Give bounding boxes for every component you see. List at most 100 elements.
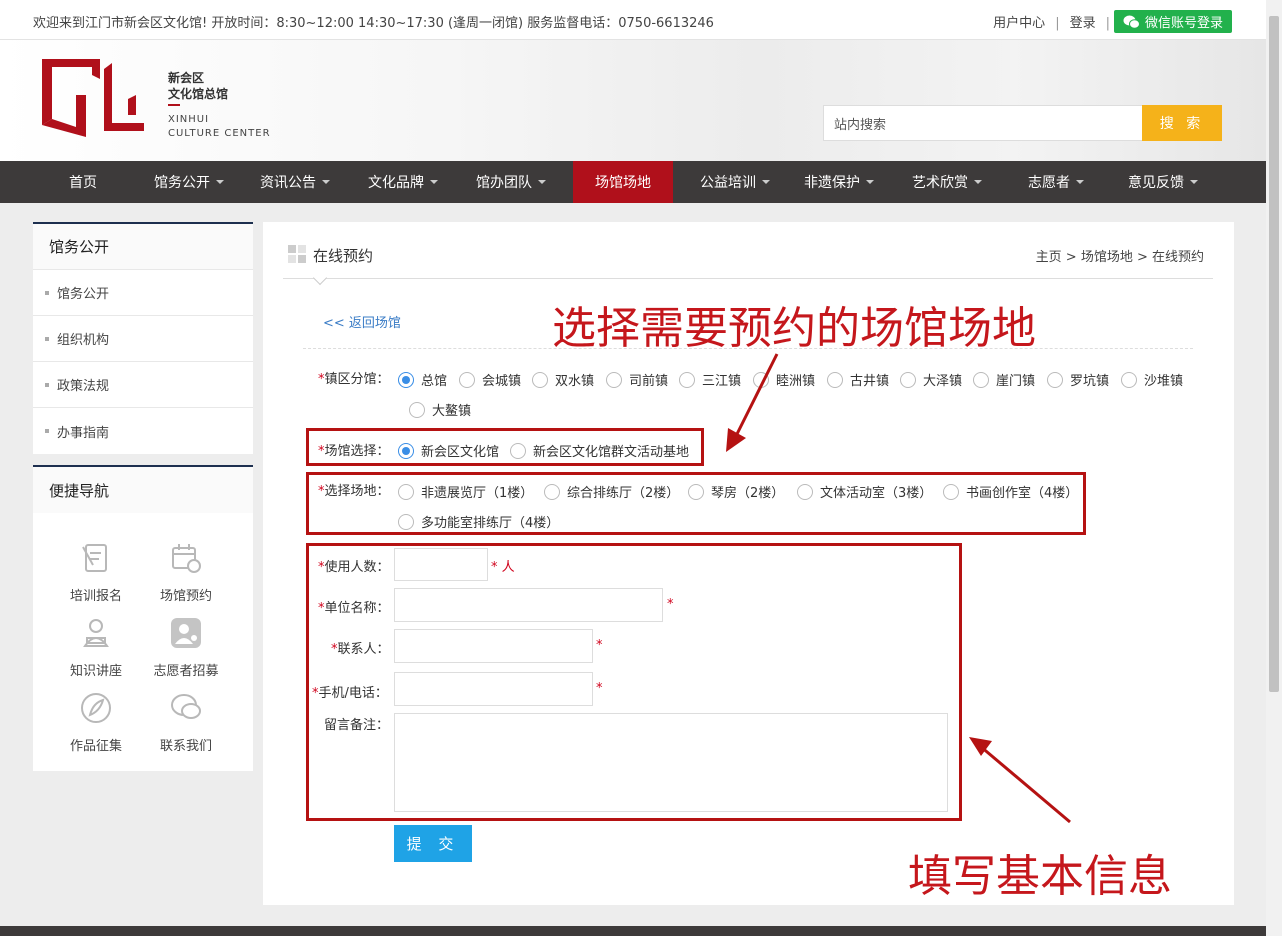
- radio-icon: [973, 371, 989, 388]
- nav-venues[interactable]: 场馆场地: [573, 161, 673, 203]
- caret-down-icon: [322, 180, 330, 184]
- bullet-icon: [45, 336, 49, 341]
- district-radio-10[interactable]: 沙堆镇: [1121, 370, 1183, 389]
- quick-contact-us[interactable]: 联系我们: [141, 691, 231, 754]
- radio-icon: [1121, 371, 1137, 388]
- caret-down-icon: [974, 180, 982, 184]
- nav-public-affairs[interactable]: 馆务公开: [136, 161, 242, 203]
- district-radio-9[interactable]: 罗坑镇: [1047, 370, 1109, 389]
- nav-heritage[interactable]: 非遗保护: [786, 161, 892, 203]
- quick-label: 联系我们: [159, 739, 212, 754]
- sidebar-item-label: 政策法规: [57, 379, 110, 394]
- sidebar-item-policy[interactable]: 政策法规: [33, 362, 253, 408]
- wechat-icon: [1123, 15, 1140, 29]
- radio-icon: [1047, 371, 1063, 388]
- nav-label: 非遗保护: [804, 175, 860, 191]
- district-radio-0[interactable]: 总馆: [398, 370, 447, 389]
- sidebar-item-guide[interactable]: 办事指南: [33, 408, 253, 454]
- search-button[interactable]: 搜 索: [1142, 105, 1222, 141]
- bullet-icon: [45, 429, 49, 433]
- nav-label: 文化品牌: [368, 175, 424, 191]
- radio-icon: [409, 401, 425, 418]
- lecturer-icon: [83, 619, 109, 647]
- radio-icon: [753, 371, 769, 388]
- radio-icon: [679, 371, 695, 388]
- quick-nav-grid: 培训报名 场馆预约 知识讲座 志愿者招募 作品征集 联系我们: [33, 513, 253, 771]
- sidebar-item-public-affairs[interactable]: 馆务公开: [33, 270, 253, 316]
- district-radio-11[interactable]: 大鳌镇: [409, 400, 471, 419]
- caret-down-icon: [430, 180, 438, 184]
- nav-label: 资讯公告: [260, 175, 316, 191]
- caret-down-icon: [1190, 180, 1198, 184]
- document-pen-icon: [82, 544, 107, 572]
- wechat-login-label: 微信账号登录: [1144, 16, 1223, 31]
- logo-en-line2: CULTURE CENTER: [168, 128, 271, 139]
- grid-icon: [288, 245, 306, 263]
- district-radio-6[interactable]: 古井镇: [827, 370, 889, 389]
- nav-art[interactable]: 艺术欣赏: [894, 161, 1000, 203]
- district-radio-8[interactable]: 崖门镇: [973, 370, 1035, 389]
- caret-down-icon: [216, 180, 224, 184]
- district-radio-5[interactable]: 睦洲镇: [753, 370, 815, 389]
- quick-works-collection[interactable]: 作品征集: [51, 691, 141, 754]
- breadcrumb[interactable]: 主页 > 场馆场地 > 在线预约: [1036, 246, 1204, 265]
- logo-line1: 新会区: [168, 71, 205, 85]
- user-center-link[interactable]: 用户中心: [993, 16, 1045, 31]
- quick-training-signup[interactable]: 培训报名: [51, 541, 141, 604]
- login-link[interactable]: 登录: [1070, 16, 1096, 31]
- radio-label: 双水镇: [555, 374, 595, 389]
- search-placeholder: 站内搜索: [834, 117, 887, 133]
- nav-label: 艺术欣赏: [912, 175, 968, 191]
- quick-lecture[interactable]: 知识讲座: [51, 616, 141, 679]
- radio-label: 崖门镇: [996, 374, 1036, 389]
- nav-team[interactable]: 馆办团队: [458, 161, 564, 203]
- quick-label: 场馆预约: [159, 589, 212, 604]
- sidebar-item-label: 组织机构: [57, 333, 110, 348]
- nav-feedback[interactable]: 意见反馈: [1110, 161, 1216, 203]
- radio-label: 大鳌镇: [432, 404, 472, 419]
- district-radio-1[interactable]: 会城镇: [459, 370, 521, 389]
- annotation-room-box: [306, 472, 1086, 535]
- logo-en-line1: XINHUI: [168, 114, 210, 125]
- nav-news[interactable]: 资讯公告: [242, 161, 348, 203]
- scrollbar-thumb[interactable]: [1269, 16, 1279, 692]
- district-label-text: 镇区分馆：: [324, 372, 390, 387]
- radio-icon: [827, 371, 843, 388]
- submit-button[interactable]: 提 交: [394, 825, 472, 862]
- nav-label: 志愿者: [1028, 175, 1070, 191]
- nav-home[interactable]: 首页: [30, 161, 136, 203]
- radio-label: 会城镇: [482, 374, 522, 389]
- radio-icon: [459, 371, 475, 388]
- annotation-form-box: [306, 543, 962, 821]
- sidebar-item-label: 办事指南: [57, 425, 110, 441]
- sidebar-public-affairs: 馆务公开 馆务公开 组织机构 政策法规 办事指南: [33, 222, 253, 454]
- bullet-icon: [45, 290, 49, 295]
- district-radio-2[interactable]: 双水镇: [532, 370, 594, 389]
- wechat-login-button[interactable]: 微信账号登录: [1114, 10, 1232, 33]
- sidebar-item-organization[interactable]: 组织机构: [33, 316, 253, 362]
- nav-training[interactable]: 公益培训: [682, 161, 788, 203]
- nav-brand[interactable]: 文化品牌: [350, 161, 456, 203]
- page-scrollbar[interactable]: [1266, 0, 1282, 936]
- sidebar-title: 便捷导航: [33, 467, 253, 513]
- search-input[interactable]: 站内搜索: [823, 105, 1143, 141]
- nav-label: 馆务公开: [154, 175, 210, 191]
- main-nav: 首页 馆务公开 资讯公告 文化品牌 馆办团队 场馆场地 公益培训 非遗保护 艺术…: [0, 161, 1266, 203]
- top-bar: 欢迎来到江门市新会区文化馆! 开放时间：8:30~12:00 14:30~17:…: [0, 0, 1266, 40]
- logo-icon[interactable]: [40, 55, 150, 139]
- nav-volunteer[interactable]: 志愿者: [1003, 161, 1109, 203]
- quick-label: 志愿者招募: [153, 664, 219, 679]
- district-radio-4[interactable]: 三江镇: [679, 370, 741, 389]
- calendar-clock-icon: [172, 544, 201, 573]
- quick-venue-booking[interactable]: 场馆预约: [141, 541, 231, 604]
- quick-volunteer-recruit[interactable]: 志愿者招募: [141, 616, 231, 679]
- footer-strip: [0, 926, 1266, 936]
- sidebar-quick-nav: 便捷导航 培训报名 场馆预约 知识讲座 志愿者招募 作品征集 联系我们: [33, 465, 253, 771]
- district-radio-3[interactable]: 司前镇: [606, 370, 668, 389]
- district-radio-7[interactable]: 大泽镇: [900, 370, 962, 389]
- logo-english: XINHUI CULTURE CENTER: [168, 113, 271, 141]
- radio-label: 罗坑镇: [1070, 374, 1110, 389]
- radio-label: 大泽镇: [923, 374, 963, 389]
- back-to-venues-link[interactable]: << 返回场馆: [323, 312, 401, 331]
- site-header: 新会区 文化馆总馆 XINHUI CULTURE CENTER 站内搜索 搜 索: [0, 40, 1266, 161]
